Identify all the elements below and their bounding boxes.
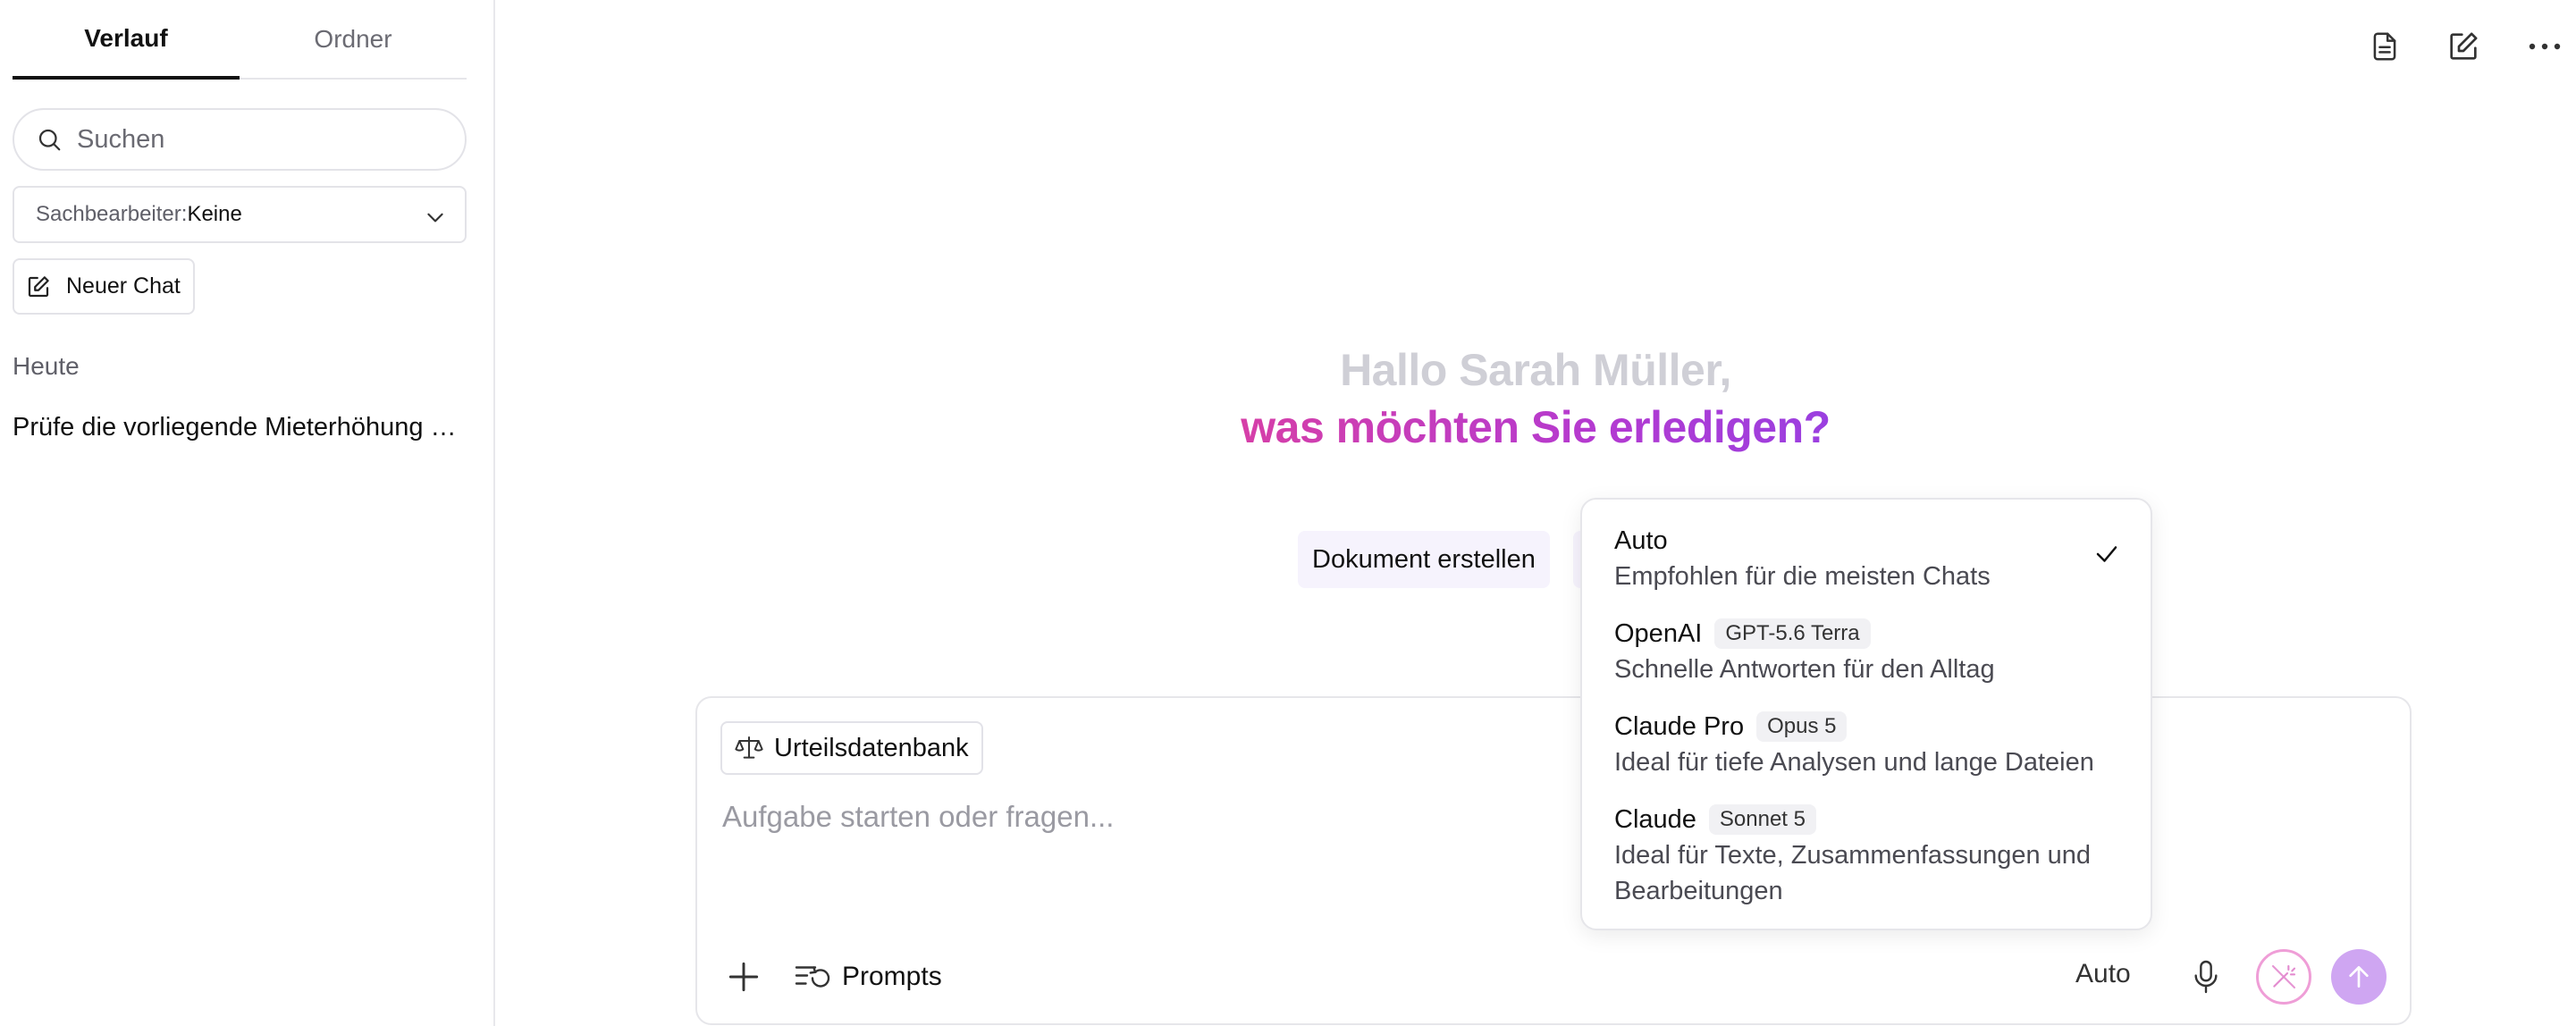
case-law-database-label: Urteilsdatenbank (774, 733, 969, 762)
prompts-label: Prompts (842, 962, 942, 991)
assignee-filter-label: Sachbearbeiter: (36, 202, 188, 226)
model-version-badge: Sonnet 5 (1708, 804, 1816, 835)
new-chat-icon (28, 275, 49, 297)
magic-wand-icon (2271, 964, 2296, 989)
model-option-claude[interactable]: Claude Sonnet 5 Ideal für Texte, Zusammen… (1614, 802, 2133, 909)
document-icon[interactable] (2365, 27, 2404, 66)
tab-ordner[interactable]: Ordner (240, 0, 467, 78)
edit-icon[interactable] (2444, 27, 2483, 66)
model-option-description: Empfohlen für die meisten Chats (1614, 562, 1991, 591)
microphone-icon (2194, 960, 2218, 994)
plus-icon (728, 962, 759, 992)
model-option-name: Claude Pro (1614, 711, 1745, 741)
enhance-prompt-button[interactable] (2256, 949, 2311, 1005)
composer: Urteilsdatenbank Prompts Auto (695, 696, 2412, 1025)
scale-icon (735, 736, 763, 759)
assignee-filter-select[interactable]: Sachbearbeiter: Keine (13, 186, 467, 243)
sidebar: Verlauf Ordner Sachbearbeiter: Keine Neu… (0, 0, 495, 1026)
prompts-button[interactable]: Prompts (794, 954, 942, 1000)
chevron-down-icon (427, 213, 443, 223)
add-attachment-button[interactable] (724, 957, 763, 997)
model-option-openai[interactable]: OpenAI GPT-5.6 Terra Schnelle Antworten f… (1614, 616, 1995, 687)
search-input[interactable] (75, 123, 436, 156)
model-version-badge: Opus 5 (1756, 711, 1848, 742)
greeting-line-2-text: was möchten Sie erledigen? (1241, 402, 1831, 452)
model-option-description: Ideal für Texte, Zusammenfassungen und B… (1614, 841, 2092, 905)
microphone-button[interactable] (2184, 955, 2228, 999)
more-icon[interactable] (2525, 27, 2564, 66)
tab-verlauf[interactable]: Verlauf (13, 0, 240, 80)
case-law-database-pill[interactable]: Urteilsdatenbank (720, 721, 983, 775)
checkmark-icon (2096, 546, 2117, 562)
new-chat-label: Neuer Chat (66, 273, 181, 299)
new-chat-button[interactable]: Neuer Chat (13, 258, 195, 315)
model-option-claude-pro[interactable]: Claude Pro Opus 5 Ideal für tiefe Analyse… (1614, 709, 2094, 780)
model-option-description: Ideal für tiefe Analysen und lange Datei… (1614, 748, 2094, 777)
model-option-auto[interactable]: Auto Empfohlen für die meisten Chats (1614, 523, 1991, 594)
search-icon (38, 129, 61, 151)
model-dropdown: Auto Empfohlen für die meisten Chats Ope… (1580, 498, 2152, 930)
history-item[interactable]: Prüfe die vorliegende Mieterhöhung auf W… (13, 413, 467, 442)
sidebar-tabs: Verlauf Ordner (13, 0, 467, 80)
greeting-line-2: was möchten Sie erledigen? (495, 401, 2576, 453)
search-box[interactable] (13, 108, 467, 171)
suggestion-chip-create-document[interactable]: Dokument erstellen (1298, 531, 1550, 588)
model-mode-selector[interactable]: Auto (2075, 959, 2131, 989)
history-section-today: Heute (13, 352, 80, 380)
send-button[interactable] (2331, 949, 2387, 1005)
arrow-up-icon (2349, 966, 2369, 988)
model-option-name: Claude (1614, 804, 1696, 834)
model-option-name: Auto (1614, 526, 1668, 555)
model-option-name: OpenAI (1614, 618, 1703, 648)
greeting-line-1: Hallo Sarah Müller, (1340, 345, 1731, 395)
prompts-icon (795, 966, 830, 988)
assignee-filter-value: Keine (187, 202, 242, 226)
model-version-badge: GPT-5.6 Terra (1714, 618, 1871, 649)
model-option-description: Schnelle Antworten für den Alltag (1614, 655, 1995, 684)
